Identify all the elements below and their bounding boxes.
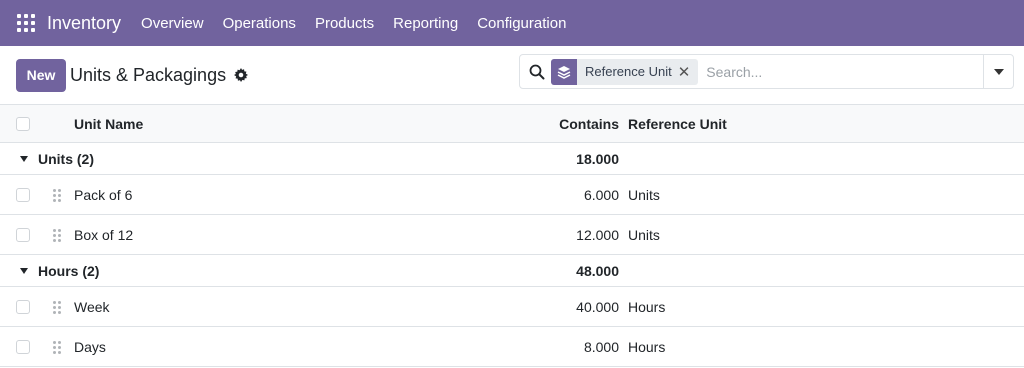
app-name[interactable]: Inventory (47, 13, 121, 34)
table-row[interactable]: Week 40.000 Hours (0, 287, 1024, 327)
group-label: Units (2) (38, 150, 94, 167)
row-checkbox[interactable] (16, 299, 30, 314)
close-icon[interactable]: ✕ (678, 63, 699, 81)
cell-unit-name: Box of 12 (74, 226, 134, 243)
apps-grid-icon[interactable] (17, 14, 35, 32)
menu-overview[interactable]: Overview (141, 15, 204, 32)
table-row[interactable]: Box of 12 12.000 Units (0, 215, 1024, 255)
cell-reference-unit: Units (628, 226, 660, 243)
layers-icon (551, 58, 577, 85)
group-row[interactable]: Units (2) 18.000 (0, 143, 1024, 175)
cell-reference-unit: Units (628, 186, 660, 203)
cell-contains: 6.000 (583, 186, 619, 203)
group-label: Hours (2) (38, 262, 100, 279)
search-input[interactable] (706, 58, 983, 85)
menu-products[interactable]: Products (315, 15, 374, 32)
group-total: 48.000 (576, 262, 619, 279)
menu-configuration[interactable]: Configuration (477, 15, 566, 32)
page-title: Units & Packagings (70, 64, 227, 85)
drag-handle-icon[interactable] (53, 188, 61, 202)
cell-reference-unit: Hours (628, 338, 666, 355)
cell-unit-name: Days (74, 338, 106, 355)
top-navbar: Inventory Overview Operations Products R… (0, 0, 1024, 46)
cell-contains: 8.000 (583, 338, 619, 355)
search-options-toggle[interactable] (983, 55, 1013, 88)
control-panel: New Units & Packagings Reference Unit ✕ (0, 46, 1024, 104)
facet-label: Reference Unit (585, 64, 672, 79)
drag-handle-icon[interactable] (53, 228, 61, 242)
group-row[interactable]: Hours (2) 48.000 (0, 255, 1024, 287)
cell-contains: 12.000 (576, 226, 619, 243)
search-facet: Reference Unit ✕ (551, 58, 699, 85)
cell-unit-name: Pack of 6 (74, 186, 133, 203)
select-all-checkbox[interactable] (16, 116, 30, 131)
table-header: Unit Name Contains Reference Unit (0, 104, 1024, 143)
gear-icon[interactable] (234, 68, 249, 82)
row-checkbox[interactable] (16, 227, 30, 242)
menu-operations[interactable]: Operations (223, 15, 296, 32)
cell-reference-unit: Hours (628, 298, 666, 315)
cell-unit-name: Week (74, 298, 110, 315)
header-contains[interactable]: Contains (559, 116, 619, 132)
table-row[interactable]: Pack of 6 6.000 Units (0, 175, 1024, 215)
caret-down-icon (20, 267, 28, 274)
caret-down-icon (20, 155, 28, 162)
new-button[interactable]: New (16, 58, 66, 92)
row-checkbox[interactable] (16, 187, 30, 202)
drag-handle-icon[interactable] (53, 340, 61, 354)
cell-contains: 40.000 (576, 298, 619, 315)
header-reference-unit[interactable]: Reference Unit (628, 116, 727, 132)
header-unit-name[interactable]: Unit Name (74, 116, 143, 132)
list-table: Unit Name Contains Reference Unit Units … (0, 104, 1024, 367)
caret-down-icon (993, 68, 1004, 75)
drag-handle-icon[interactable] (53, 300, 61, 314)
group-total: 18.000 (576, 150, 619, 167)
table-row[interactable]: Days 8.000 Hours (0, 327, 1024, 367)
menu-reporting[interactable]: Reporting (393, 15, 458, 32)
row-checkbox[interactable] (16, 339, 30, 354)
search-icon[interactable] (529, 64, 545, 80)
search-bar: Reference Unit ✕ (519, 54, 1014, 89)
